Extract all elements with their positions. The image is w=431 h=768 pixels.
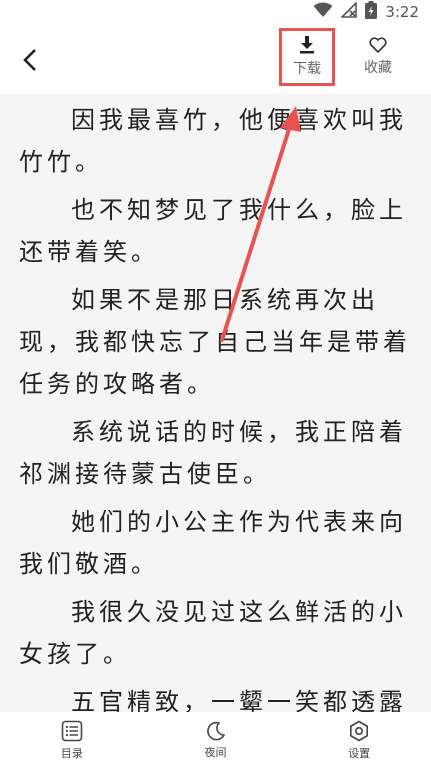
heart-icon <box>369 37 387 53</box>
catalog-icon <box>61 720 83 741</box>
paragraph: 我很久没见过这么鲜活的小女孩了。 <box>19 598 407 668</box>
paragraph: 也不知梦见了我什么，脸上还带着笑。 <box>19 196 407 266</box>
download-label: 下载 <box>293 61 321 77</box>
download-icon <box>300 36 314 54</box>
status-time: 3:22 <box>385 3 419 21</box>
bottom-bar: 目录 夜间 设置 <box>0 712 431 768</box>
paragraph: 她们的小公主作为代表来向我们敬酒。 <box>19 508 407 578</box>
top-bar: 下载 收藏 <box>0 24 431 94</box>
no-signal-icon <box>340 1 358 22</box>
paragraph: 因我最喜竹，他便喜欢叫我竹竹。 <box>19 106 407 176</box>
wifi-icon <box>313 2 333 22</box>
battery-icon <box>365 1 378 23</box>
status-icons: 3:22 <box>313 1 419 23</box>
paragraph: 如果不是那日系统再次出现，我都快忘了自己当年是带着任务的攻略者。 <box>19 286 411 398</box>
back-button[interactable] <box>14 44 46 76</box>
status-bar: 3:22 <box>0 0 431 24</box>
settings-label: 设置 <box>348 746 371 760</box>
night-mode-label: 夜间 <box>204 745 227 759</box>
settings-icon <box>350 720 369 741</box>
catalog-label: 目录 <box>60 746 83 760</box>
favorite-button[interactable]: 收藏 <box>350 30 406 84</box>
reading-content: 因我最喜竹，他便喜欢叫我竹竹。 也不知梦见了我什么，脸上还带着笑。 如果不是那日… <box>0 94 431 712</box>
night-mode-button[interactable]: 夜间 <box>144 712 288 768</box>
moon-icon <box>206 721 225 740</box>
download-button[interactable]: 下载 <box>279 28 335 86</box>
paragraph: 系统说话的时候，我正陪着祁渊接待蒙古使臣。 <box>19 418 407 488</box>
back-arrow-icon <box>23 49 36 71</box>
catalog-button[interactable]: 目录 <box>0 712 144 768</box>
settings-button[interactable]: 设置 <box>287 712 431 768</box>
paragraph: 五官精致，一颦一笑都透露着爽朗大方，连我这个淡人中的 <box>71 688 407 712</box>
favorite-label: 收藏 <box>364 60 392 76</box>
